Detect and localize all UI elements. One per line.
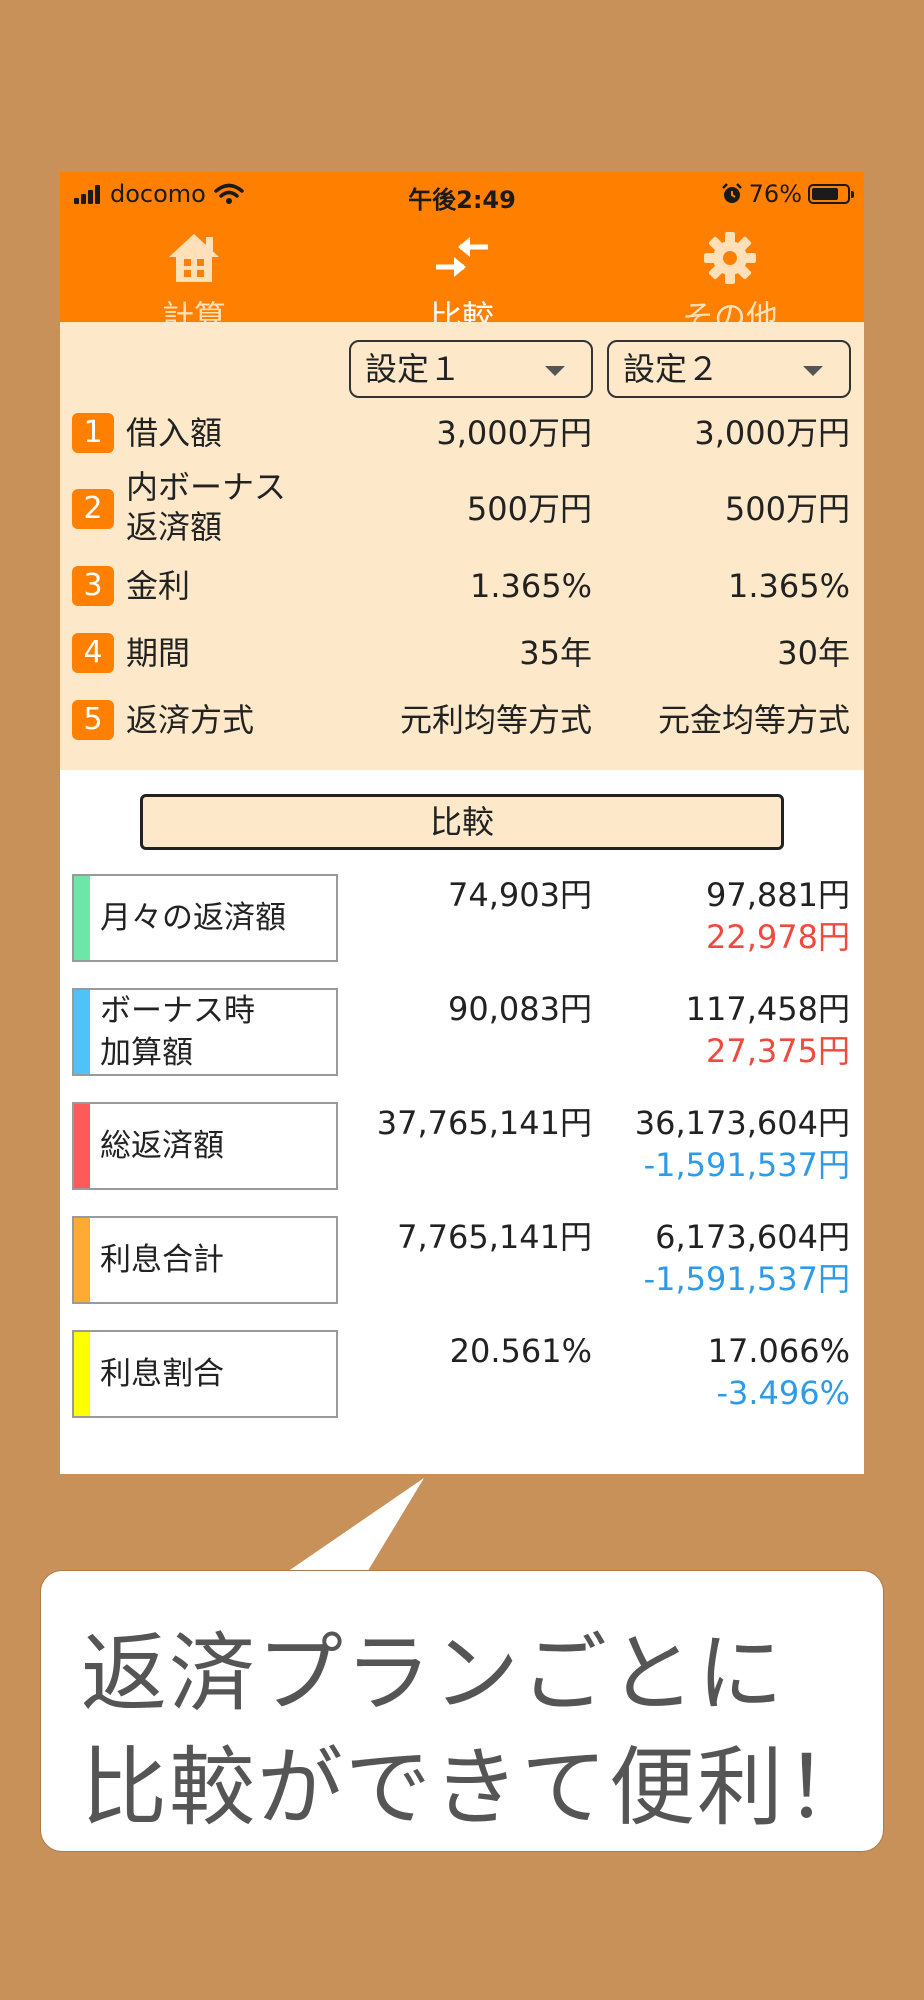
- caption-bubble: 返済プランごとに 比較ができて便利！: [40, 1570, 884, 1852]
- caption-line-1: 返済プランごとに: [81, 1624, 785, 1724]
- caption-line-2: 比較ができて便利！: [81, 1738, 873, 1838]
